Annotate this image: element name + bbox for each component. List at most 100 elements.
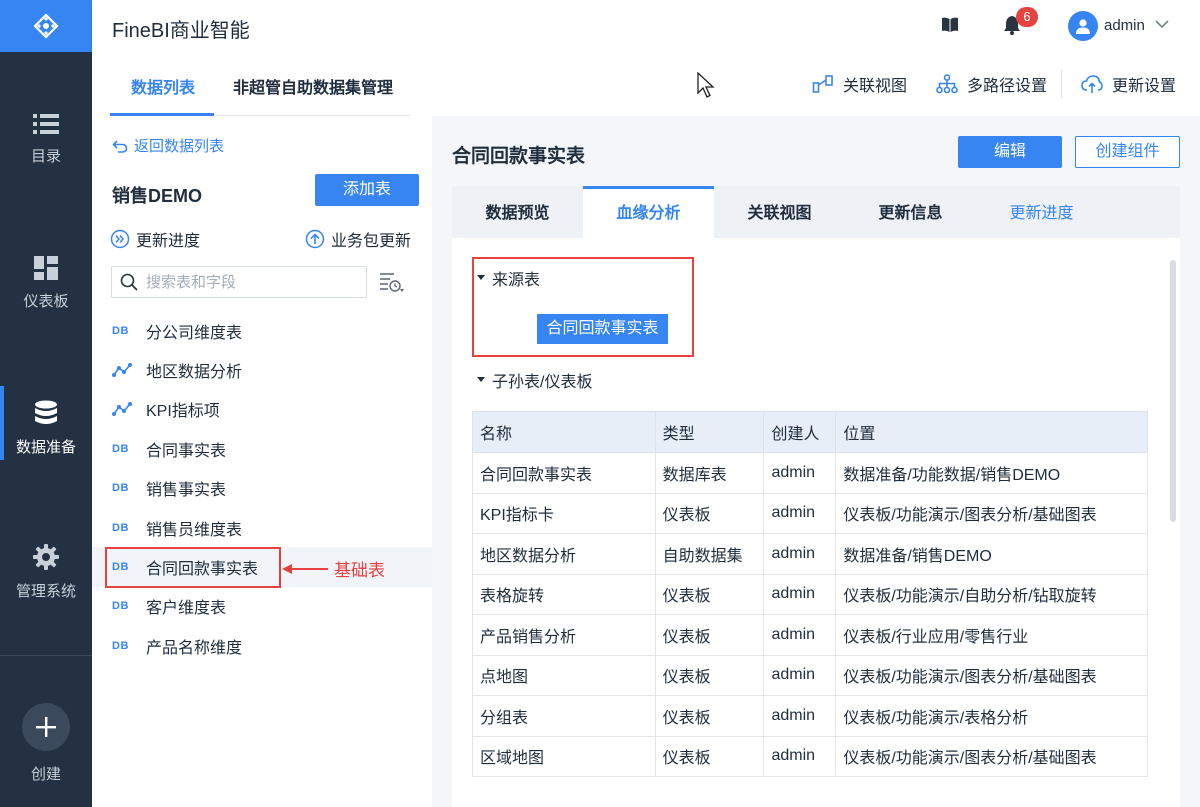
table-name: 销售员维度表: [146, 521, 243, 539]
list-item[interactable]: DB 销售员维度表: [92, 508, 432, 547]
tab-self-dataset-management[interactable]: 非超管自助数据集管理: [233, 74, 393, 98]
nav-label-catalog: 目录: [30, 148, 61, 165]
multipath-settings-button[interactable]: 多路径设置: [936, 72, 1047, 96]
table-row[interactable]: 地区数据分析 自助数据集 admin 数据准备/销售DEMO: [472, 533, 1148, 575]
table-list: DB 分公司维度表 地区数据分析 KPI指标项 DB 合同事实表 DB 销售事实…: [92, 311, 432, 666]
top-tabs-bar: 数据列表 非超管自助数据集管理 关联视图 多路径设置 更新设置: [92, 52, 1200, 116]
cell-type: 仪表板: [654, 654, 765, 696]
tab-relation-view[interactable]: 关联视图: [714, 186, 845, 238]
child-section-header[interactable]: 子孙表/仪表板: [476, 368, 592, 392]
logo-icon: [33, 13, 59, 39]
table-row[interactable]: 点地图 仪表板 admin 仪表板/功能演示/图表分析/基础图表: [472, 654, 1148, 696]
update-progress-link[interactable]: 更新进度: [110, 227, 200, 251]
avatar[interactable]: [1068, 11, 1098, 41]
annotation-label: 基础表: [334, 561, 385, 580]
add-table-button[interactable]: 添加表: [315, 174, 419, 206]
create-component-button[interactable]: 创建组件: [1075, 136, 1180, 168]
database-tag-icon: DB: [112, 521, 129, 534]
column-header-creator[interactable]: 创建人: [763, 411, 837, 453]
edit-button[interactable]: 编辑: [958, 136, 1062, 168]
list-item[interactable]: DB 客户维度表: [92, 587, 432, 626]
cell-type: 自助数据集: [654, 533, 765, 575]
user-name[interactable]: admin: [1104, 17, 1145, 34]
cell-name: 区域地图: [472, 735, 656, 777]
tab-update-progress[interactable]: 更新进度: [976, 186, 1107, 238]
cell-type: 仪表板: [654, 735, 765, 777]
cell-location: 仪表板/功能演示/自助分析/钻取旋转: [835, 573, 1148, 615]
cell-creator: admin: [763, 573, 837, 615]
hierarchy-icon: [936, 74, 958, 94]
toolbar-separator: [1061, 70, 1062, 98]
back-to-list-link[interactable]: 返回数据列表: [112, 135, 224, 156]
self-dataset-icon: [112, 402, 132, 417]
table-row[interactable]: KPI指标卡 仪表板 admin 仪表板/功能演示/图表分析/基础图表: [472, 492, 1148, 534]
column-header-name[interactable]: 名称: [472, 411, 656, 453]
search-input[interactable]: [146, 273, 346, 291]
cell-creator: admin: [763, 452, 837, 494]
table-list-panel: 返回数据列表 销售DEMO 添加表 更新进度 业务包更新 DB 分公司维度表: [92, 116, 432, 807]
nav-item-admin[interactable]: 管理系统: [0, 544, 92, 601]
list-item[interactable]: DB 分公司维度表: [92, 311, 432, 350]
cell-type: 仪表板: [654, 695, 765, 737]
tab-lineage-analysis[interactable]: 血缘分析: [583, 186, 714, 238]
cloud-refresh-icon: [1081, 75, 1103, 93]
nav-label-data-prep: 数据准备: [15, 439, 76, 456]
list-item[interactable]: 地区数据分析: [92, 350, 432, 389]
nav-item-data-prep[interactable]: 数据准备: [0, 386, 92, 460]
relation-chart-icon: [812, 75, 833, 93]
table-title: 合同回款事实表: [452, 146, 586, 167]
tab-data-list[interactable]: 数据列表: [131, 74, 195, 98]
database-icon: [35, 400, 57, 424]
tab-update-info[interactable]: 更新信息: [845, 186, 976, 238]
cell-name: 产品销售分析: [472, 614, 656, 656]
cell-name: 分组表: [472, 695, 656, 737]
nav-item-catalog[interactable]: 目录: [0, 113, 92, 166]
arrow-left-icon: [282, 563, 328, 574]
plus-icon: [36, 717, 56, 737]
chevron-down-icon[interactable]: [1155, 19, 1169, 29]
cell-location: 数据准备/销售DEMO: [835, 533, 1148, 575]
table-row[interactable]: 表格旋转 仪表板 admin 仪表板/功能演示/自助分析/钻取旋转: [472, 573, 1148, 615]
update-settings-label: 更新设置: [1112, 78, 1177, 95]
filter-sort-icon[interactable]: [379, 272, 405, 294]
list-item[interactable]: KPI指标项: [92, 390, 432, 429]
cell-location: 数据准备/功能数据/销售DEMO: [835, 452, 1148, 494]
user-icon: [1076, 19, 1090, 34]
tab-data-preview[interactable]: 数据预览: [452, 186, 583, 238]
scrollbar[interactable]: [1170, 260, 1176, 522]
package-update-label: 业务包更新: [331, 233, 412, 250]
update-settings-button[interactable]: 更新设置: [1081, 72, 1176, 96]
list-item[interactable]: DB 合同事实表: [92, 429, 432, 468]
table-name: 分公司维度表: [146, 324, 243, 342]
list-item[interactable]: DB 产品名称维度: [92, 626, 432, 665]
table-row[interactable]: 区域地图 仪表板 admin 仪表板/功能演示/图表分析/基础图表: [472, 735, 1148, 777]
nav-item-dashboard[interactable]: 仪表板: [0, 256, 92, 311]
cell-type: 仪表板: [654, 492, 765, 534]
list-item[interactable]: DB 销售事实表: [92, 469, 432, 508]
package-update-link[interactable]: 业务包更新: [305, 227, 411, 251]
upload-circle-icon: [305, 229, 325, 249]
table-row[interactable]: 合同回款事实表 数据库表 admin 数据准备/功能数据/销售DEMO: [472, 452, 1148, 494]
database-tag-icon: DB: [112, 639, 129, 652]
column-header-type[interactable]: 类型: [654, 411, 765, 453]
column-header-location[interactable]: 位置: [835, 411, 1148, 453]
cell-creator: admin: [763, 735, 837, 777]
child-section-label: 子孙表/仪表板: [492, 374, 593, 391]
table-row[interactable]: 产品销售分析 仪表板 admin 仪表板/行业应用/零售行业: [472, 614, 1148, 656]
cell-creator: admin: [763, 614, 837, 656]
back-link-label: 返回数据列表: [134, 138, 225, 155]
mouse-cursor-icon: [697, 72, 715, 98]
search-box[interactable]: [111, 266, 367, 298]
logo[interactable]: [0, 0, 92, 52]
book-icon[interactable]: [941, 17, 959, 33]
table-row[interactable]: 分组表 仪表板 admin 仪表板/功能演示/表格分析: [472, 695, 1148, 737]
table-name: 合同事实表: [146, 442, 227, 460]
package-title: 销售DEMO: [112, 186, 202, 206]
back-arrow-icon: [112, 139, 128, 153]
cell-location: 仪表板/功能演示/表格分析: [835, 695, 1148, 737]
cell-name: 合同回款事实表: [472, 452, 656, 494]
cell-type: 数据库表: [654, 452, 765, 494]
app-title: FineBI商业智能: [112, 20, 250, 42]
create-button[interactable]: [22, 703, 70, 751]
relation-view-button[interactable]: 关联视图: [812, 72, 907, 96]
